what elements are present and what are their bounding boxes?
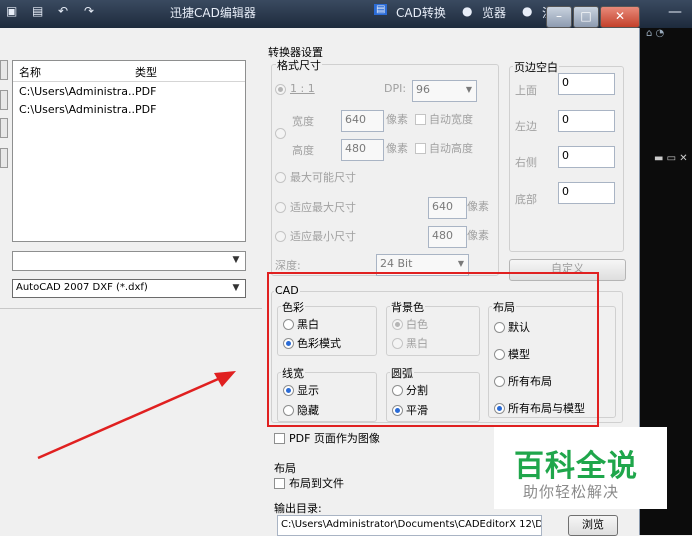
app-title: 迅捷CAD编辑器 <box>170 6 256 20</box>
minimize-button[interactable]: – <box>546 6 572 28</box>
column-header-name[interactable]: 名称 <box>19 64 41 80</box>
ratio-radio[interactable] <box>275 84 286 95</box>
output-dir-label: 输出目录: <box>274 502 322 515</box>
file-list[interactable]: 名称 类型 C:\Users\Administra... PDF C:\User… <box>12 60 246 242</box>
browse-tab[interactable]: 览器 <box>482 4 506 21</box>
margin-bottom-input[interactable]: 0 <box>558 182 615 204</box>
restore-icon: ▬ ▭ ✕ <box>654 153 688 164</box>
margin-top-input[interactable]: 0 <box>558 73 615 95</box>
dpi-label: DPI: <box>384 82 407 95</box>
auto-height-label: 自动高度 <box>429 142 473 155</box>
annotation-arrow-icon <box>37 371 236 460</box>
fit-min-unit: 像素 <box>467 229 489 242</box>
side-button[interactable] <box>0 60 8 80</box>
watermark-title: 百科全说 <box>514 449 638 484</box>
fit-min-label: 适应最小尺寸 <box>290 230 356 243</box>
max-possible-radio[interactable] <box>275 172 286 183</box>
output-dir-input[interactable]: C:\Users\Administrator\Documents\CADEdit… <box>277 515 542 536</box>
save-icon[interactable]: ▤ <box>32 4 43 18</box>
max-possible-label: 最大可能尺寸 <box>290 171 356 184</box>
maximize-button[interactable]: □ <box>573 6 599 28</box>
pdf-as-image-checkbox[interactable] <box>274 433 285 444</box>
chevron-down-icon: ▼ <box>457 259 464 268</box>
column-header-type[interactable]: 类型 <box>135 64 157 80</box>
convert-icon: ▤ <box>374 4 388 15</box>
fit-max-input[interactable]: 640 <box>428 197 467 219</box>
margin-top-label: 上面 <box>515 84 537 97</box>
margins-title: 页边空白 <box>513 59 559 75</box>
home-icon: ⌂ ◔ <box>646 28 665 39</box>
margin-left-input[interactable]: 0 <box>558 110 615 132</box>
fit-max-unit: 像素 <box>467 200 489 213</box>
layout-section-title: 布局 <box>274 462 296 475</box>
ratio-label: 1 : 1 <box>290 82 315 95</box>
dpi-dropdown[interactable]: 96 ▼ <box>412 80 477 102</box>
width-input[interactable]: 640 <box>341 110 384 132</box>
output-format-dropdown[interactable]: AutoCAD 2007 DXF (*.dxf) ▼ <box>12 279 246 298</box>
register-icon[interactable]: ● <box>522 4 532 18</box>
auto-width-checkbox[interactable] <box>415 114 426 125</box>
close-button[interactable]: ✕ <box>600 6 640 28</box>
redo-icon[interactable]: ↷ <box>84 4 94 18</box>
divider <box>0 308 262 309</box>
margin-bottom-label: 底部 <box>515 193 537 206</box>
menu-icon[interactable]: ▣ <box>6 4 17 18</box>
auto-height-checkbox[interactable] <box>415 143 426 154</box>
empty-dropdown[interactable]: ▼ <box>12 251 246 271</box>
format-size-title: 格式尺寸 <box>276 57 322 73</box>
convert-tab[interactable]: CAD转换 <box>396 4 446 21</box>
minimize-icon[interactable]: — <box>668 4 682 20</box>
fit-min-input[interactable]: 480 <box>428 226 467 248</box>
undo-icon[interactable]: ↶ <box>58 4 68 18</box>
fit-max-radio[interactable] <box>275 202 286 213</box>
side-button[interactable] <box>0 118 8 138</box>
side-button[interactable] <box>0 148 8 168</box>
side-button[interactable] <box>0 90 8 110</box>
chevron-down-icon: ▼ <box>232 283 240 293</box>
browse-button[interactable]: 浏览 <box>568 515 618 536</box>
margin-right-label: 右侧 <box>515 156 537 169</box>
pdf-as-image-label: PDF 页面作为图像 <box>289 432 380 445</box>
file-type: PDF <box>135 103 157 116</box>
chevron-down-icon: ▼ <box>232 255 240 265</box>
auto-width-label: 自动宽度 <box>429 113 473 126</box>
fit-min-radio[interactable] <box>275 231 286 242</box>
fit-max-label: 适应最大尺寸 <box>290 201 356 214</box>
width-unit: 像素 <box>386 113 408 126</box>
width-label: 宽度 <box>292 115 314 128</box>
height-unit: 像素 <box>386 142 408 155</box>
layout-to-file-checkbox[interactable] <box>274 478 285 489</box>
margin-left-label: 左边 <box>515 120 537 133</box>
list-header: 名称 类型 <box>13 61 245 82</box>
height-input[interactable]: 480 <box>341 139 384 161</box>
margin-right-input[interactable]: 0 <box>558 146 615 168</box>
watermark: 百科全说 助你轻松解决 <box>494 427 667 509</box>
file-path: C:\Users\Administra... <box>19 85 139 98</box>
layout-to-file-label: 布局到文件 <box>289 477 344 490</box>
file-path: C:\Users\Administra... <box>19 103 139 116</box>
height-label: 高度 <box>292 144 314 157</box>
file-type: PDF <box>135 85 157 98</box>
account-icon[interactable]: ● <box>462 4 472 18</box>
depth-label: 深度: <box>275 259 301 272</box>
annotation-highlight-box <box>267 272 599 427</box>
chevron-down-icon: ▼ <box>465 85 472 94</box>
custom-size-radio[interactable] <box>275 128 286 139</box>
watermark-subtitle: 助你轻松解决 <box>523 483 620 501</box>
